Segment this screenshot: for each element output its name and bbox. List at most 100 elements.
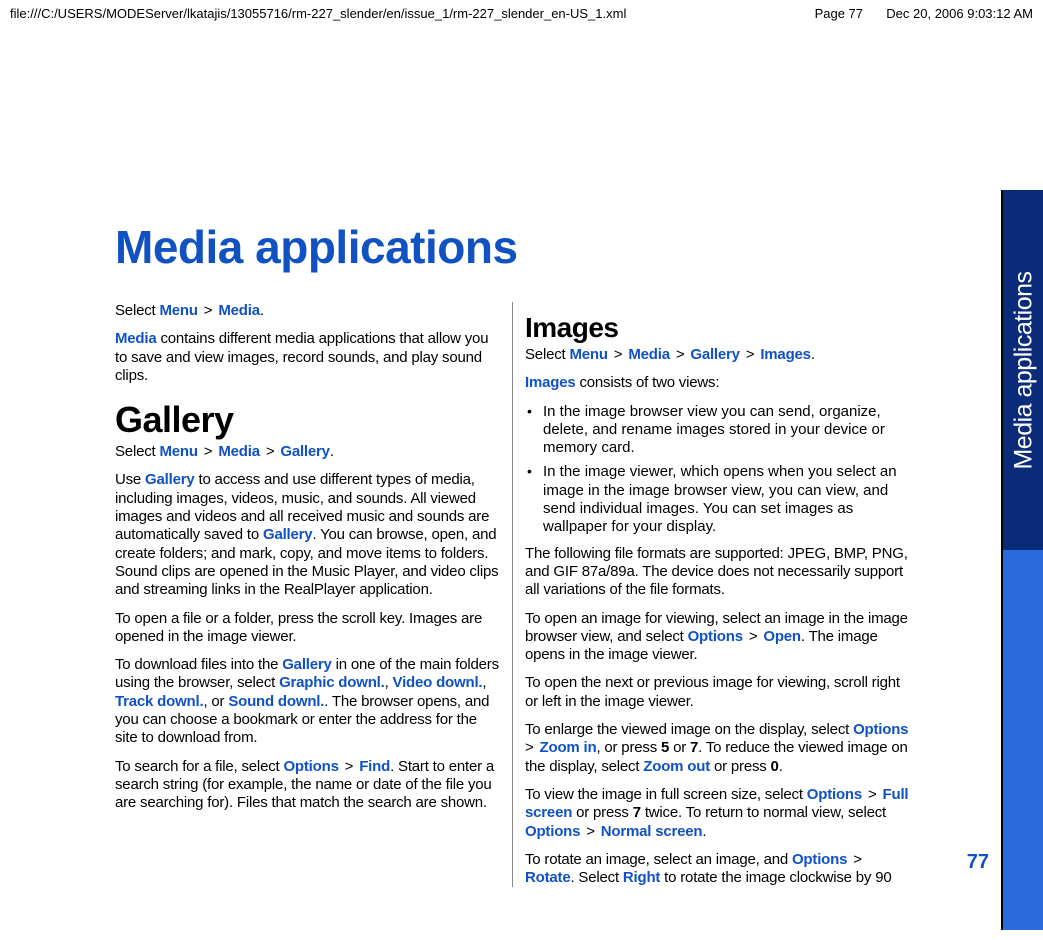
nav-gallery: Gallery [690, 346, 739, 363]
zoom-in-keyword: Zoom in [540, 739, 597, 756]
text: twice. To return to normal view, select [641, 804, 886, 821]
nav-media: Media [218, 302, 260, 319]
list-item: In the image browser view you can send, … [525, 403, 911, 458]
text: contains different media applications th… [115, 330, 488, 384]
gallery-keyword: Gallery [282, 656, 331, 673]
gallery-search-paragraph: To search for a file, select Options > F… [115, 758, 502, 813]
text: , [482, 674, 486, 691]
side-tab-label-wrap: Media applications [1003, 210, 1043, 530]
images-keyword: Images [525, 374, 576, 391]
separator: > [670, 346, 691, 363]
formats-paragraph: The following file formats are supported… [525, 545, 911, 600]
nav-menu: Menu [159, 302, 197, 319]
text: To search for a file, select [115, 758, 283, 775]
options-keyword: Options [807, 786, 862, 803]
fullscreen-paragraph: To view the image in full screen size, s… [525, 786, 911, 841]
right-keyword: Right [623, 869, 660, 886]
separator: > [198, 302, 219, 319]
text: to rotate the image clockwise by 90 [660, 869, 891, 886]
text: consists of two views: [576, 374, 720, 391]
zoom-out-keyword: Zoom out [643, 758, 710, 775]
text: To rotate an image, select an image, and [525, 851, 792, 868]
options-keyword: Options [525, 823, 580, 840]
nav-menu: Menu [159, 443, 197, 460]
track-downl: Track downl. [115, 693, 203, 710]
page-title: Media applications [115, 220, 915, 274]
text: , [385, 674, 393, 691]
nav-media: Media [218, 443, 260, 460]
key-7: 7 [690, 739, 698, 756]
header-page: Page 77 [815, 6, 863, 21]
separator: > [862, 786, 883, 803]
text: . [702, 823, 706, 840]
text: or press [572, 804, 633, 821]
gallery-use-paragraph: Use Gallery to access and use different … [115, 471, 502, 599]
images-consists: Images consists of two views: [525, 374, 911, 392]
intro-paragraph: Media contains different media applicati… [115, 330, 502, 385]
options-keyword: Options [688, 628, 743, 645]
text: or [669, 739, 690, 756]
column-right: Images Select Menu > Media > Gallery > I… [513, 302, 911, 887]
column-left: Select Menu > Media. Media contains diff… [115, 302, 513, 887]
nav-images: Images [760, 346, 811, 363]
graphic-downl: Graphic downl. [279, 674, 385, 691]
open-keyword: Open [763, 628, 801, 645]
gallery-heading: Gallery [115, 399, 502, 441]
options-keyword: Options [792, 851, 847, 868]
open-image-paragraph: To open an image for viewing, select an … [525, 610, 911, 665]
text: Select [115, 302, 159, 319]
zoom-paragraph: To enlarge the viewed image on the displ… [525, 721, 911, 776]
side-tab: Media applications [1001, 190, 1043, 930]
text: To view the image in full screen size, s… [525, 786, 807, 803]
nav-gallery: Gallery [280, 443, 329, 460]
gallery-download-paragraph: To download files into the Gallery in on… [115, 656, 502, 747]
separator: > [743, 628, 764, 645]
text: Select [525, 346, 569, 363]
text: or press [710, 758, 771, 775]
sound-downl: Sound downl. [228, 693, 324, 710]
text: To enlarge the viewed image on the displ… [525, 721, 853, 738]
intro-select-line: Select Menu > Media. [115, 302, 502, 320]
gallery-keyword: Gallery [145, 471, 194, 488]
text: To download files into the [115, 656, 282, 673]
separator: > [740, 346, 761, 363]
separator: > [580, 823, 601, 840]
key-0: 0 [771, 758, 779, 775]
text: Use [115, 471, 145, 488]
images-heading: Images [525, 312, 911, 344]
columns: Select Menu > Media. Media contains diff… [115, 302, 915, 887]
key-7: 7 [633, 804, 641, 821]
text: , or [203, 693, 228, 710]
separator: > [198, 443, 219, 460]
video-downl: Video downl. [393, 674, 483, 691]
gallery-select-line: Select Menu > Media > Gallery. [115, 443, 502, 461]
page: file:///C:/USERS/MODEServer/lkatajis/130… [0, 0, 1043, 940]
nav-menu: Menu [569, 346, 607, 363]
list-item: In the image viewer, which opens when yo… [525, 463, 911, 536]
side-tab-label: Media applications [1010, 271, 1039, 469]
separator: > [847, 851, 864, 868]
key-5: 5 [661, 739, 669, 756]
header-filepath: file:///C:/USERS/MODEServer/lkatajis/130… [10, 6, 626, 21]
side-tab-light [1001, 550, 1043, 930]
gallery-open-paragraph: To open a file or a folder, press the sc… [115, 610, 502, 647]
images-bullet-list: In the image browser view you can send, … [525, 403, 911, 537]
separator: > [339, 758, 360, 775]
text: , or press [596, 739, 661, 756]
side-tab-dark: Media applications [1001, 190, 1043, 550]
normal-screen-keyword: Normal screen [601, 823, 703, 840]
separator: > [260, 443, 281, 460]
find-keyword: Find [359, 758, 390, 775]
rotate-paragraph: To rotate an image, select an image, and… [525, 851, 911, 888]
header-timestamp: Dec 20, 2006 9:03:12 AM [886, 6, 1033, 21]
gallery-keyword: Gallery [263, 526, 312, 543]
media-keyword: Media [115, 330, 157, 347]
separator: > [608, 346, 629, 363]
options-keyword: Options [853, 721, 908, 738]
text: . [779, 758, 783, 775]
content-area: Media applications Select Menu > Media. … [115, 220, 915, 890]
page-number: 77 [967, 851, 989, 874]
text: . Select [570, 869, 622, 886]
options-keyword: Options [283, 758, 338, 775]
text: Select [115, 443, 159, 460]
